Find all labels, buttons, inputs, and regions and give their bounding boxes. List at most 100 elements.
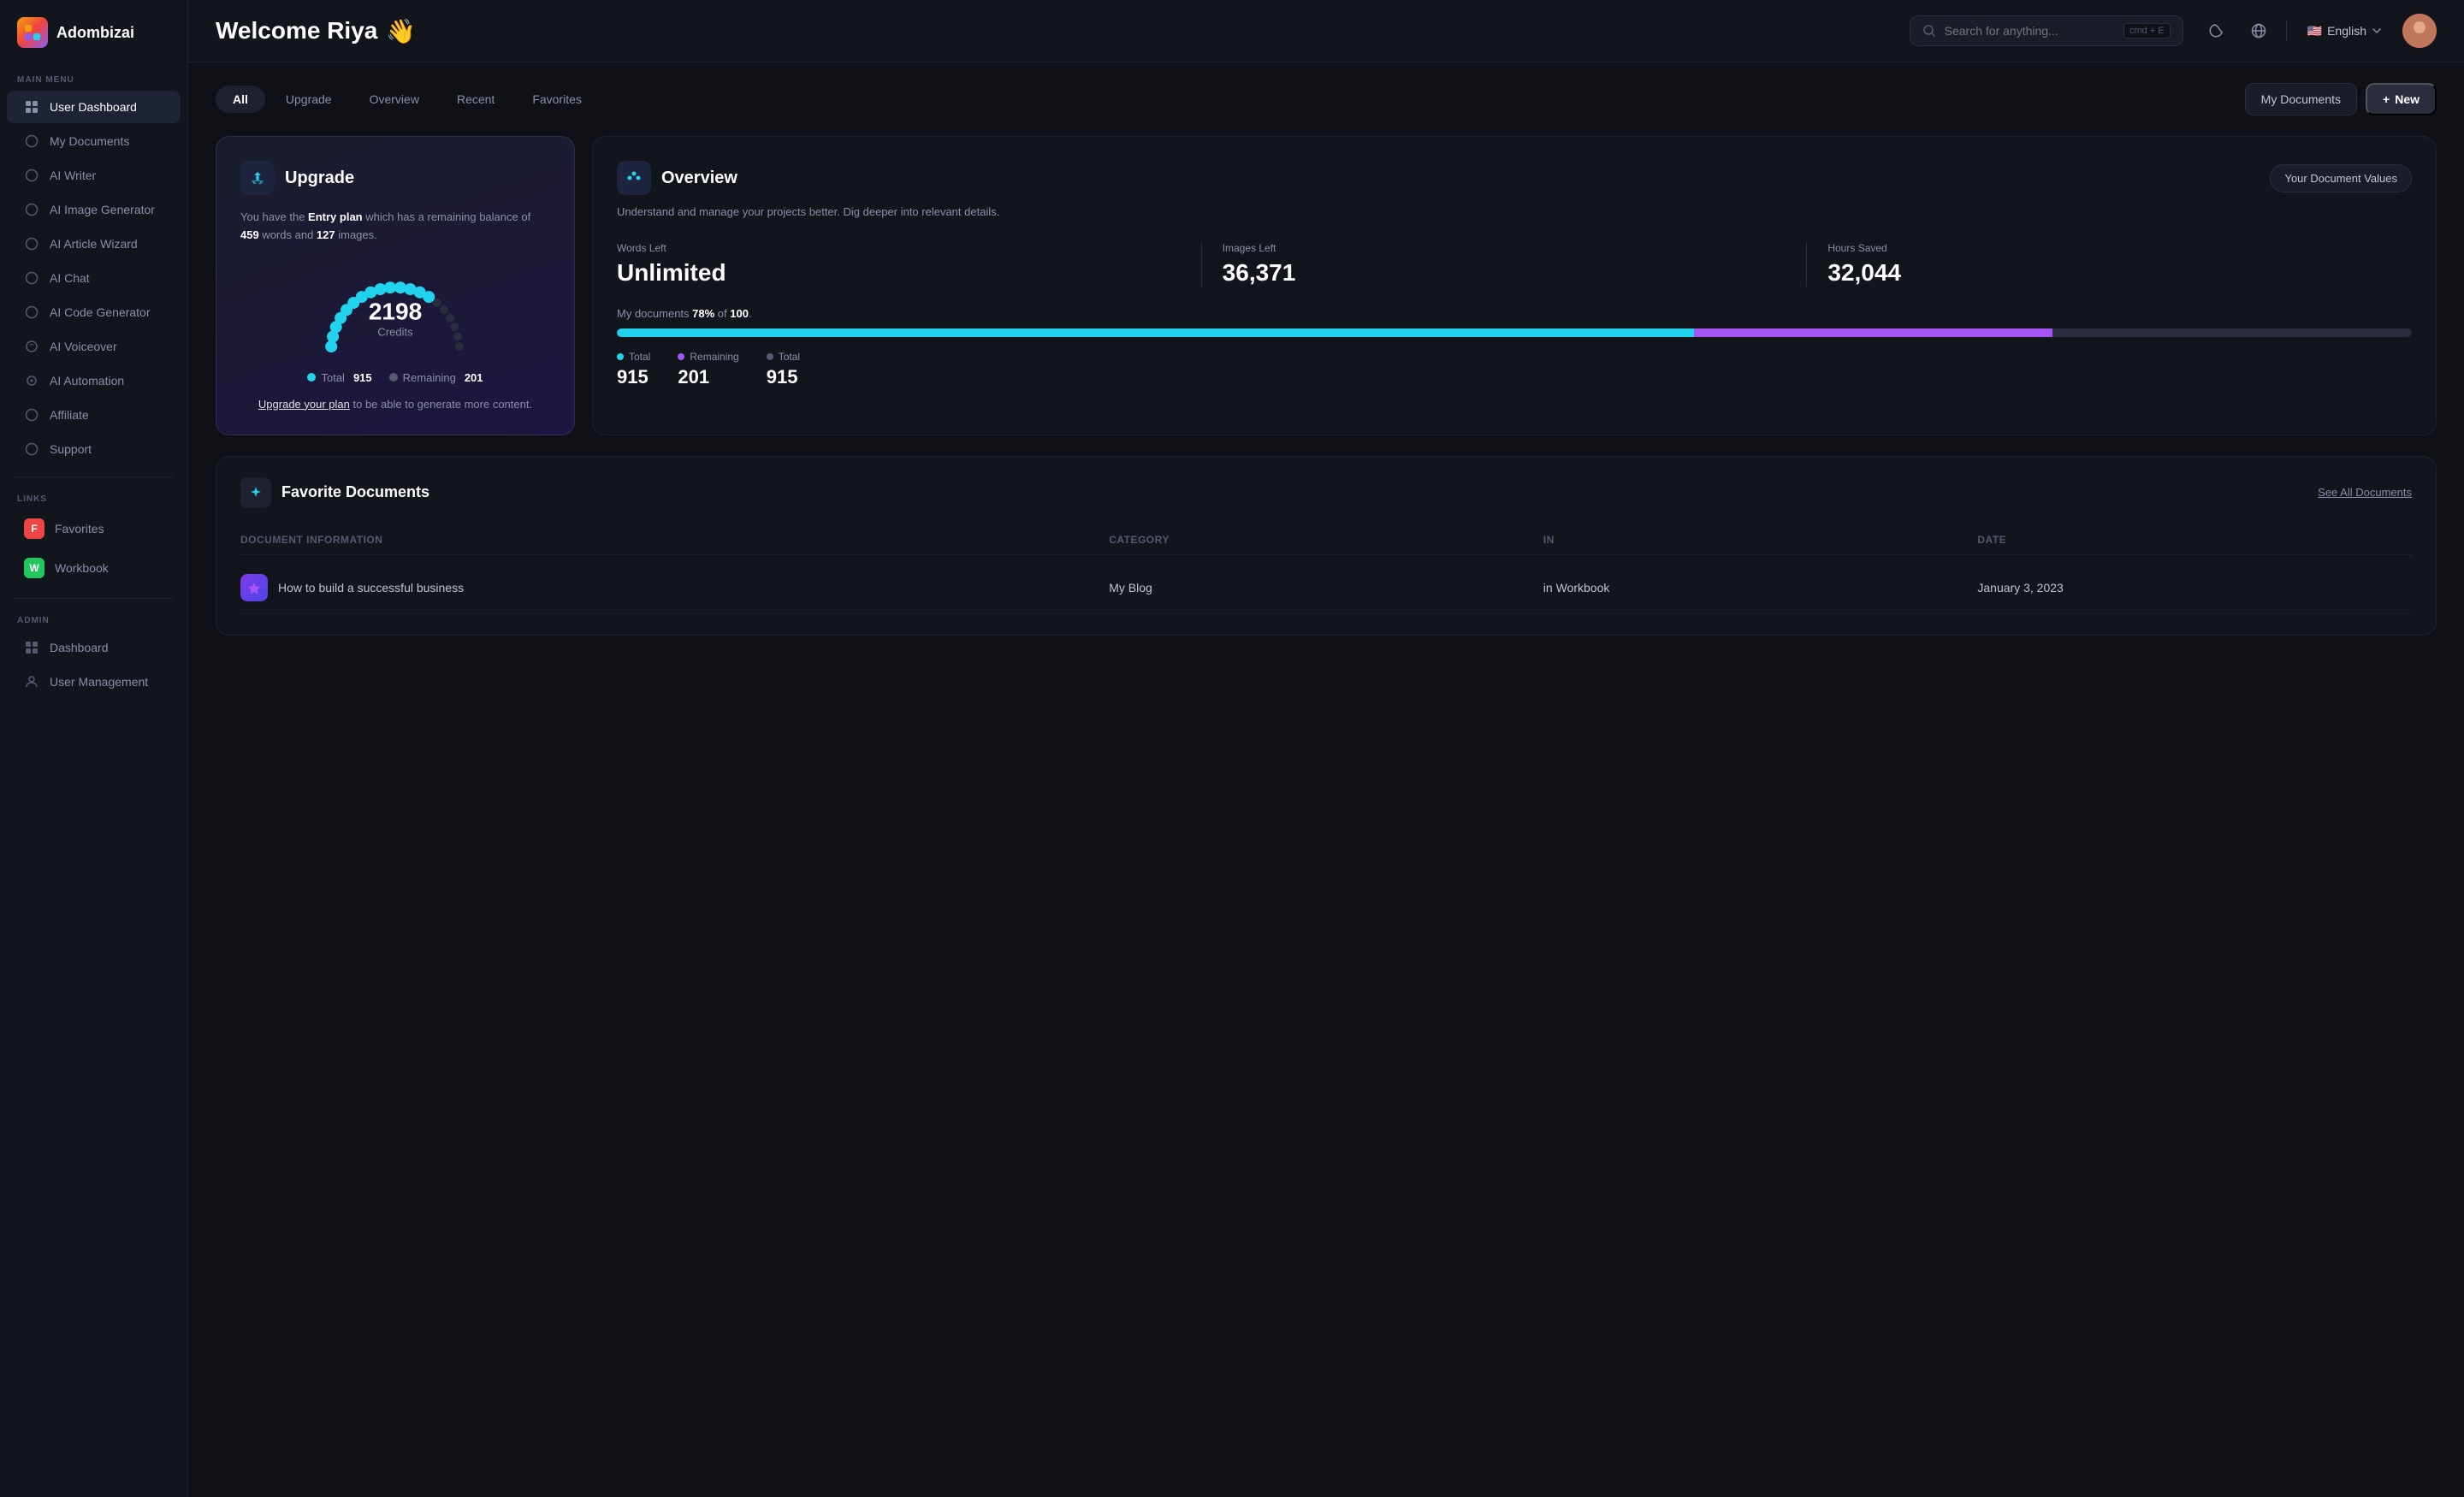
legend-remaining-value: 201: [465, 371, 483, 384]
sidebar-item-ai-automation[interactable]: AI Automation: [7, 364, 181, 397]
sidebar-item-workbook[interactable]: W Workbook: [7, 549, 181, 587]
admin-dashboard-icon: [24, 640, 39, 655]
search-bar[interactable]: cmd + E: [1910, 15, 2183, 46]
lang-label: English: [2327, 24, 2366, 38]
progress-desc: My documents 78% of 100.: [617, 307, 2412, 320]
main-menu-label: MAIN MENU: [0, 68, 187, 90]
dashboard-icon: [24, 99, 39, 115]
ai-article-icon: [24, 236, 39, 251]
recycle-icon: [248, 169, 267, 187]
overview-subtitle: Understand and manage your projects bett…: [617, 204, 2412, 222]
overview-card: Overview Your Document Values Understand…: [592, 136, 2437, 435]
tab-favorites[interactable]: Favorites: [515, 86, 599, 113]
app-logo[interactable]: Adombizai: [0, 17, 187, 68]
progress-bar: [617, 328, 2412, 337]
wave-emoji: 👋: [386, 17, 416, 45]
sidebar-item-user-management[interactable]: User Management: [7, 666, 181, 698]
sidebar: Adombizai MAIN MENU User Dashboard My Do…: [0, 0, 188, 1497]
gauge-wrap: 2198 Credits: [310, 262, 481, 364]
fav-icon: [240, 477, 271, 508]
header-actions: 🇺🇸 English: [2200, 14, 2437, 48]
my-documents-button[interactable]: My Documents: [2245, 83, 2357, 115]
doc-values-button[interactable]: Your Document Values: [2270, 164, 2412, 192]
prog-legend-remaining: Remaining 201: [678, 351, 738, 388]
welcome-title: Welcome Riya 👋: [216, 17, 1892, 45]
new-button[interactable]: + New: [2366, 83, 2437, 115]
legend-remaining-label: Remaining: [403, 371, 456, 384]
tab-overview[interactable]: Overview: [352, 86, 436, 113]
sidebar-label-ai-automation: AI Automation: [50, 374, 124, 388]
fav-title: Favorite Documents: [281, 483, 429, 501]
documents-icon: [24, 133, 39, 149]
avatar[interactable]: [2402, 14, 2437, 48]
new-plus-icon: +: [2383, 92, 2390, 106]
prog-label-total: Total: [629, 351, 650, 363]
col-header-in: In: [1543, 534, 1978, 546]
sidebar-item-ai-code-generator[interactable]: AI Code Generator: [7, 296, 181, 328]
globe-button[interactable]: [2243, 15, 2274, 46]
upgrade-plan-link[interactable]: Upgrade your plan: [258, 398, 350, 411]
overview-card-icon: [617, 161, 651, 195]
header: Welcome Riya 👋 cmd + E: [188, 0, 2464, 62]
ai-voiceover-icon: [24, 339, 39, 354]
sidebar-item-favorites[interactable]: F Favorites: [7, 510, 181, 547]
ai-image-icon: [24, 202, 39, 217]
sparkle-icon: [625, 169, 643, 186]
doc-category: My Blog: [1109, 581, 1543, 595]
search-icon: [1922, 24, 1936, 38]
col-header-date: Date: [1977, 534, 2412, 546]
doc-name: How to build a successful business: [278, 581, 464, 595]
stat-hours-label: Hours Saved: [1827, 242, 2391, 254]
table-row: How to build a successful business My Bl…: [240, 562, 2412, 614]
workbook-badge: W: [24, 558, 44, 578]
prog-value-remaining: 201: [678, 366, 738, 388]
see-all-documents-link[interactable]: See All Documents: [2318, 486, 2412, 499]
main-area: Welcome Riya 👋 cmd + E: [188, 0, 2464, 1497]
sidebar-item-ai-voiceover[interactable]: AI Voiceover: [7, 330, 181, 363]
sidebar-item-support[interactable]: Support: [7, 433, 181, 465]
prog-label-remaining: Remaining: [690, 351, 738, 363]
cards-row: Upgrade You have the Entry plan which ha…: [216, 136, 2437, 435]
legend-total: Total 915: [307, 371, 371, 384]
progress-section: My documents 78% of 100. Total 915: [617, 307, 2412, 388]
language-button[interactable]: 🇺🇸 English: [2299, 19, 2390, 44]
stat-words-value: Unlimited: [617, 259, 1181, 287]
search-input[interactable]: [1945, 24, 2115, 38]
ai-code-icon: [24, 305, 39, 320]
sidebar-label-ai-writer: AI Writer: [50, 169, 96, 182]
progress-fill-cyan: [617, 328, 1694, 337]
sidebar-item-ai-article-wizard[interactable]: AI Article Wizard: [7, 228, 181, 260]
globe-icon: [2250, 22, 2267, 39]
tab-upgrade[interactable]: Upgrade: [269, 86, 349, 113]
legend-total-value: 915: [353, 371, 372, 384]
tab-all[interactable]: All: [216, 86, 265, 113]
legend-remaining: Remaining 201: [389, 371, 483, 384]
support-icon: [24, 441, 39, 457]
upgrade-link: Upgrade your plan to be able to generate…: [240, 398, 550, 411]
sidebar-item-ai-writer[interactable]: AI Writer: [7, 159, 181, 192]
moon-icon: [2207, 22, 2224, 39]
sidebar-divider-1: [14, 476, 174, 477]
col-header-category: Category: [1109, 534, 1543, 546]
links-label: LINKS: [0, 488, 187, 509]
doc-icon: [240, 574, 268, 601]
fav-title-wrap: Favorite Documents: [240, 477, 429, 508]
theme-toggle-button[interactable]: [2200, 15, 2231, 46]
sidebar-item-ai-image-generator[interactable]: AI Image Generator: [7, 193, 181, 226]
sidebar-label-ai-voiceover: AI Voiceover: [50, 340, 117, 353]
upgrade-card-header: Upgrade: [240, 161, 550, 195]
sidebar-item-affiliate[interactable]: Affiliate: [7, 399, 181, 431]
logo-icon: [17, 17, 48, 48]
prog-label-total-2: Total: [779, 351, 800, 363]
gauge-legend: Total 915 Remaining 201: [307, 371, 483, 384]
ai-chat-icon: [24, 270, 39, 286]
sidebar-label-my-documents: My Documents: [50, 134, 129, 148]
gauge-number: 2198: [369, 298, 422, 325]
sidebar-item-dashboard-admin[interactable]: Dashboard: [7, 631, 181, 664]
sidebar-label-user-dashboard: User Dashboard: [50, 100, 137, 114]
sidebar-item-ai-chat[interactable]: AI Chat: [7, 262, 181, 294]
sidebar-item-my-documents[interactable]: My Documents: [7, 125, 181, 157]
sidebar-label-admin-dashboard: Dashboard: [50, 641, 109, 654]
tab-recent[interactable]: Recent: [440, 86, 512, 113]
sidebar-item-user-dashboard[interactable]: User Dashboard: [7, 91, 181, 123]
